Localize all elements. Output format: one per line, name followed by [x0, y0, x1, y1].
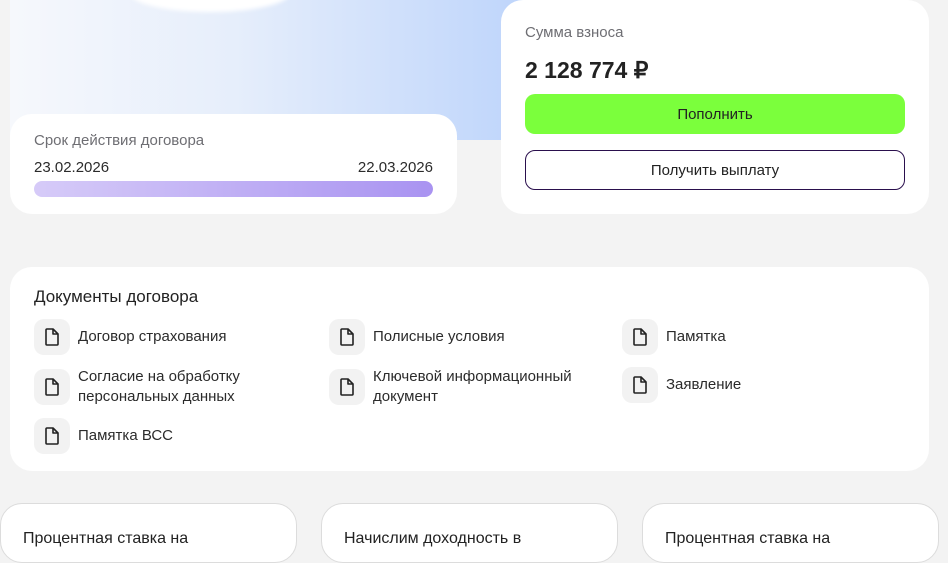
document-label: Полисные условия: [373, 328, 505, 345]
contract-end-date: 22.03.2026: [357, 159, 433, 176]
document-link[interactable]: Согласие на обработку персональных данны…: [34, 367, 240, 407]
document-icon: [34, 319, 70, 355]
document-link[interactable]: Памятка: [622, 319, 726, 355]
document-label: Согласие на обработку персональных данны…: [78, 367, 240, 407]
document-label: Договор страхования: [78, 328, 227, 345]
contribution-card: Сумма взноса 2 128 774 ₽ Пополнить Получ…: [501, 0, 929, 214]
document-link[interactable]: Памятка ВСС: [34, 418, 173, 454]
document-icon: [34, 418, 70, 454]
documents-title: Документы договора: [34, 287, 199, 306]
document-label-line: Согласие на обработку: [78, 368, 240, 385]
contract-start-date: 23.02.2026: [34, 159, 110, 176]
document-label: Памятка ВСС: [78, 427, 174, 444]
document-icon: [622, 367, 658, 403]
document-icon: [34, 369, 70, 405]
contract-documents-card: Документы договора Договор страхования П…: [10, 267, 929, 471]
promo-card[interactable]: Процентная ставка на: [0, 503, 297, 563]
document-link[interactable]: Договор страхования: [34, 319, 226, 355]
promo-card-title: Процентная ставка на: [665, 530, 831, 547]
contract-term-card: Срок действия договора 23.02.2026 22.03.…: [10, 114, 457, 214]
contribution-label: Сумма взноса: [525, 24, 624, 41]
contract-term-progress-fill: [34, 181, 433, 197]
document-icon: [329, 369, 365, 405]
topup-button[interactable]: Пополнить: [525, 94, 905, 134]
document-label: Заявление: [666, 376, 742, 393]
promo-card[interactable]: Начислим доходность в: [321, 503, 618, 563]
document-link[interactable]: Ключевой информационный документ: [329, 367, 572, 407]
document-label-line: персональных данных: [78, 388, 235, 405]
document-icon: [329, 319, 365, 355]
get-payout-button[interactable]: Получить выплату: [525, 150, 905, 190]
contribution-amount: 2 128 774 ₽: [525, 57, 649, 83]
document-label-line: документ: [373, 388, 438, 405]
document-label: Ключевой информационный документ: [373, 367, 572, 407]
document-label-line: Ключевой информационный: [373, 368, 572, 385]
document-icon: [622, 319, 658, 355]
hero-cloud-graphic: [130, 0, 290, 12]
contract-term-label: Срок действия договора: [34, 132, 205, 149]
promo-card-title: Начислим доходность в: [344, 530, 522, 547]
document-link[interactable]: Заявление: [622, 367, 741, 403]
promo-card-title: Процентная ставка на: [23, 530, 189, 547]
document-link[interactable]: Полисные условия: [329, 319, 505, 355]
promo-card[interactable]: Процентная ставка на: [642, 503, 939, 563]
contract-term-progress: [34, 181, 433, 197]
document-label: Памятка: [666, 328, 726, 345]
